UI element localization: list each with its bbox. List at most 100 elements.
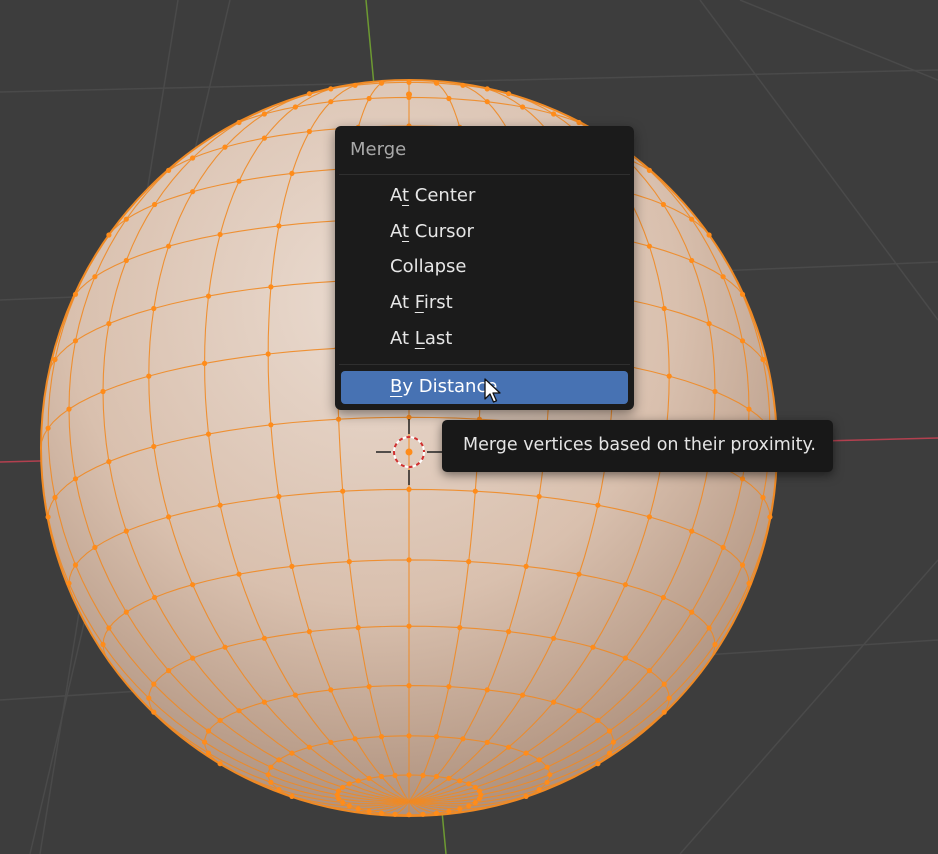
mesh-vertex [366, 684, 372, 690]
menu-item-at-center[interactable]: At Center [341, 180, 628, 213]
mesh-vertex [406, 91, 412, 98]
mesh-vertex [446, 775, 452, 782]
mesh-vertex [66, 580, 72, 586]
mesh-vertex [420, 811, 426, 817]
mesh-vertex [205, 293, 212, 299]
mesh-vertex [689, 609, 695, 615]
mesh-vertex [151, 709, 157, 715]
mesh-vertex [152, 594, 158, 601]
mesh-vertex [646, 243, 653, 249]
mesh-vertex [739, 338, 746, 344]
mesh-vertex [205, 728, 212, 734]
mesh-vertex [366, 95, 372, 102]
mesh-vertex [472, 784, 478, 790]
mesh-vertex [460, 736, 466, 742]
mesh-vertex [346, 803, 352, 809]
mesh-vertex [268, 779, 274, 785]
mesh-vertex [466, 803, 472, 809]
mesh-vertex [746, 580, 752, 586]
mesh-vertex [520, 692, 526, 698]
mesh-vertex [457, 625, 463, 631]
mesh-vertex [276, 787, 282, 793]
mesh-vertex [420, 772, 426, 779]
mesh-vertex [739, 291, 746, 297]
mesh-vertex [336, 788, 342, 794]
mesh-vertex [265, 351, 271, 357]
mesh-vertex [595, 502, 601, 508]
mesh-vertex [392, 772, 398, 779]
menu-item-at-last[interactable]: At Last [341, 323, 628, 356]
menu-item-collapse[interactable]: Collapse [341, 251, 628, 284]
mesh-vertex [328, 739, 334, 746]
mesh-vertex [276, 757, 282, 763]
mesh-vertex [484, 739, 490, 746]
tooltip-text: Merge vertices based on their proximity. [463, 435, 816, 455]
mesh-vertex [544, 764, 550, 770]
mesh-vertex [100, 388, 106, 395]
mesh-vertex [261, 111, 267, 117]
menu-item-label: At First [390, 292, 453, 313]
mesh-vertex [746, 406, 752, 412]
menu-item-at-cursor[interactable]: At Cursor [341, 216, 628, 249]
mesh-vertex [406, 623, 412, 629]
mesh-vertex [590, 644, 596, 650]
mesh-vertex [466, 559, 472, 565]
mesh-vertex [146, 695, 152, 701]
mesh-vertex [261, 699, 267, 705]
mesh-vertex [706, 232, 712, 238]
mesh-vertex [106, 321, 112, 327]
mesh-vertex [595, 761, 601, 767]
tooltip: Merge vertices based on their proximity. [442, 420, 833, 472]
mouse-pointer-icon [484, 378, 501, 403]
mesh-vertex [328, 86, 334, 92]
mesh-vertex [551, 635, 557, 641]
mesh-vertex [236, 571, 242, 577]
mesh-vertex [261, 135, 267, 141]
mesh-vertex [355, 778, 361, 784]
menu-separator [339, 364, 630, 365]
mesh-vertex [712, 388, 718, 395]
menu-item-label: At Last [390, 328, 453, 349]
mesh-vertex [306, 629, 312, 635]
mesh-vertex [660, 201, 667, 208]
mesh-vertex [151, 681, 157, 687]
mesh-vertex [446, 684, 452, 690]
mesh-vertex [720, 274, 726, 280]
mesh-vertex [661, 709, 667, 715]
mesh-vertex [52, 356, 58, 363]
mesh-vertex [433, 810, 440, 816]
mesh-vertex [661, 681, 667, 687]
mesh-vertex [355, 806, 361, 812]
mesh-vertex [268, 764, 274, 770]
mesh-vertex [45, 514, 51, 520]
mesh-vertex [660, 594, 667, 601]
mesh-vertex [544, 779, 550, 785]
mesh-vertex [366, 775, 372, 782]
mesh-vertex [666, 373, 672, 379]
mesh-vertex [268, 284, 274, 290]
mesh-vertex [72, 338, 79, 344]
mesh-vertex [646, 514, 653, 520]
mesh-vertex [446, 95, 452, 102]
menu-item-at-first[interactable]: At First [341, 287, 628, 320]
mesh-vertex [551, 111, 557, 117]
mesh-vertex [576, 119, 582, 126]
mesh-vertex [536, 787, 542, 793]
mesh-vertex [506, 629, 512, 635]
mesh-vertex [205, 750, 212, 756]
mesh-vertex [712, 641, 718, 648]
mesh-vertex [622, 655, 629, 661]
mesh-vertex [340, 799, 346, 806]
mesh-vertex [472, 488, 478, 494]
mesh-vertex [52, 494, 58, 501]
menu-item-label: At Center [390, 185, 476, 206]
mesh-vertex [217, 761, 223, 767]
mesh-vertex [366, 808, 372, 815]
mesh-vertex [457, 778, 463, 784]
mesh-vertex [484, 687, 490, 693]
mesh-vertex [72, 291, 79, 297]
mesh-vertex [706, 625, 712, 631]
mesh-vertex [739, 476, 746, 482]
mesh-vertex [276, 493, 282, 500]
mesh-vertex [123, 528, 129, 534]
